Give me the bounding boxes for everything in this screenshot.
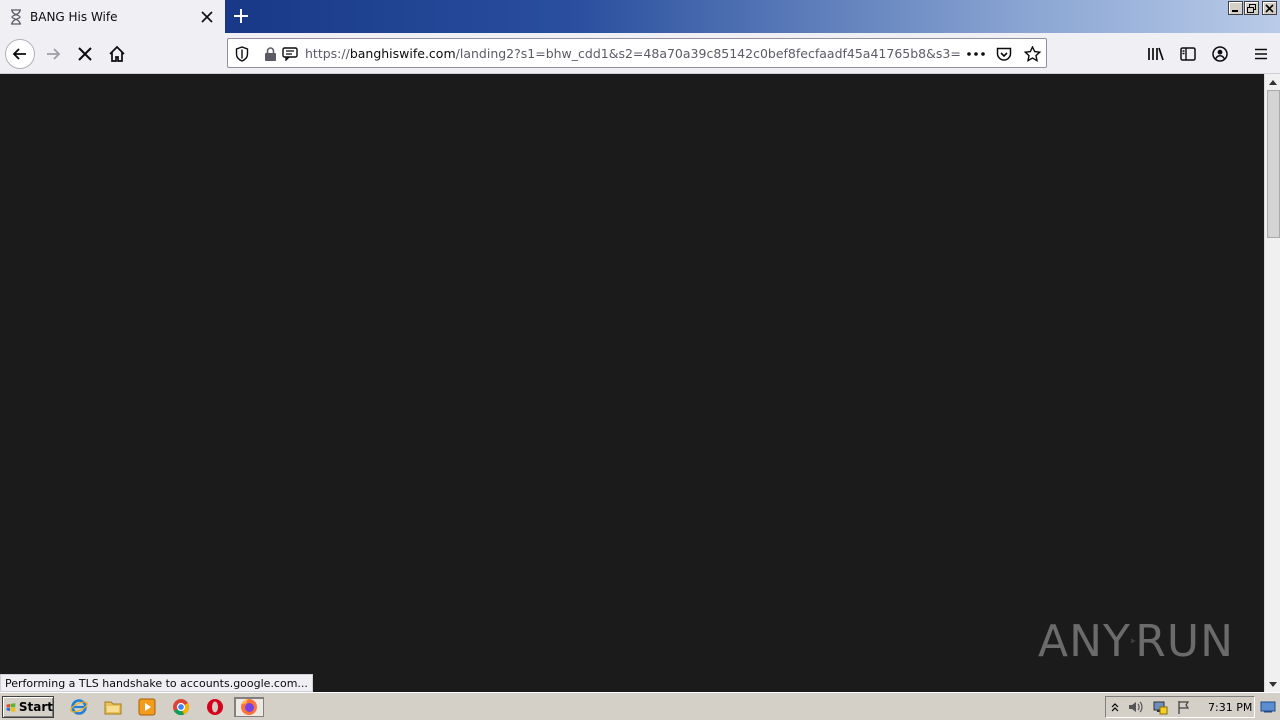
sidebar-button[interactable]	[1173, 39, 1203, 69]
vertical-scrollbar[interactable]	[1264, 74, 1280, 692]
watermark-right: RUN	[1135, 615, 1234, 667]
hamburger-menu-icon	[1255, 48, 1267, 60]
firefox-taskbar-button[interactable]	[234, 697, 264, 717]
library-icon	[1148, 47, 1164, 61]
stop-x-icon	[78, 47, 92, 61]
taskbar: Start 7:31 PM	[0, 692, 1280, 720]
page-content	[0, 74, 1264, 692]
bookmark-star-icon[interactable]	[1023, 45, 1041, 63]
scroll-up-arrow-icon[interactable]	[1265, 74, 1280, 90]
back-button[interactable]	[5, 39, 35, 69]
minimize-icon	[1232, 9, 1238, 12]
url-path: /landing2?s1=bhw_cdd1&s2=48a70a39c85142c…	[455, 46, 960, 61]
firefox-icon	[241, 699, 257, 715]
status-panel: Performing a TLS handshake to accounts.g…	[0, 674, 313, 692]
permissions-chat-icon[interactable]	[281, 45, 299, 63]
minimize-button[interactable]	[1228, 1, 1243, 15]
opera-icon[interactable]	[204, 697, 226, 717]
back-arrow-icon	[12, 48, 26, 60]
restore-icon	[1247, 3, 1256, 13]
tab-strip: BANG His Wife	[0, 0, 1280, 33]
forward-arrow-icon	[47, 48, 61, 60]
pocket-icon[interactable]	[995, 45, 1013, 63]
lock-icon[interactable]	[261, 45, 279, 63]
tracking-shield-icon[interactable]	[233, 45, 251, 63]
navigation-toolbar: https://banghiswife.com/landing2?s1=bhw_…	[0, 33, 1280, 74]
action-center-flag-icon[interactable]	[1175, 697, 1193, 717]
menu-button[interactable]	[1246, 39, 1276, 69]
restore-button[interactable]	[1244, 1, 1259, 15]
home-button[interactable]	[102, 39, 132, 69]
close-tab-icon[interactable]	[199, 9, 215, 25]
start-button[interactable]: Start	[2, 696, 54, 718]
start-label: Start	[18, 700, 53, 714]
account-button[interactable]	[1205, 39, 1235, 69]
scrollbar-thumb[interactable]	[1267, 90, 1280, 238]
tray-expand-icon[interactable]	[1107, 697, 1123, 717]
address-bar[interactable]: https://banghiswife.com/landing2?s1=bhw_…	[227, 38, 1047, 68]
url-text[interactable]: https://banghiswife.com/landing2?s1=bhw_…	[305, 46, 960, 61]
sidebar-icon	[1180, 47, 1196, 61]
anyrun-watermark: ANY RUN	[1038, 608, 1234, 674]
page-actions-icon[interactable]	[967, 45, 985, 63]
chrome-icon[interactable]	[170, 697, 192, 717]
close-icon	[1265, 3, 1274, 13]
scroll-down-arrow-icon[interactable]	[1265, 676, 1280, 692]
home-icon	[109, 45, 125, 62]
network-icon[interactable]	[1151, 697, 1169, 717]
close-window-button[interactable]	[1262, 1, 1277, 15]
forward-button[interactable]	[38, 39, 68, 69]
media-player-icon[interactable]	[136, 697, 158, 717]
stop-button[interactable]	[70, 39, 100, 69]
url-scheme: https://	[305, 46, 350, 61]
library-button[interactable]	[1141, 39, 1171, 69]
new-tab-icon[interactable]	[231, 6, 251, 26]
clock[interactable]: 7:31 PM	[1208, 701, 1252, 714]
watermark-left: ANY	[1038, 615, 1131, 667]
windows-logo-icon	[6, 702, 16, 712]
account-icon	[1212, 46, 1228, 62]
show-desktop-icon[interactable]	[1257, 697, 1279, 717]
internet-explorer-icon[interactable]	[68, 697, 90, 717]
hourglass-icon	[11, 9, 21, 25]
tab-active[interactable]: BANG His Wife	[0, 0, 225, 33]
tab-title: BANG His Wife	[30, 10, 118, 24]
url-host: banghiswife.com	[349, 46, 456, 61]
file-explorer-icon[interactable]	[102, 697, 124, 717]
volume-icon[interactable]	[1127, 697, 1145, 717]
